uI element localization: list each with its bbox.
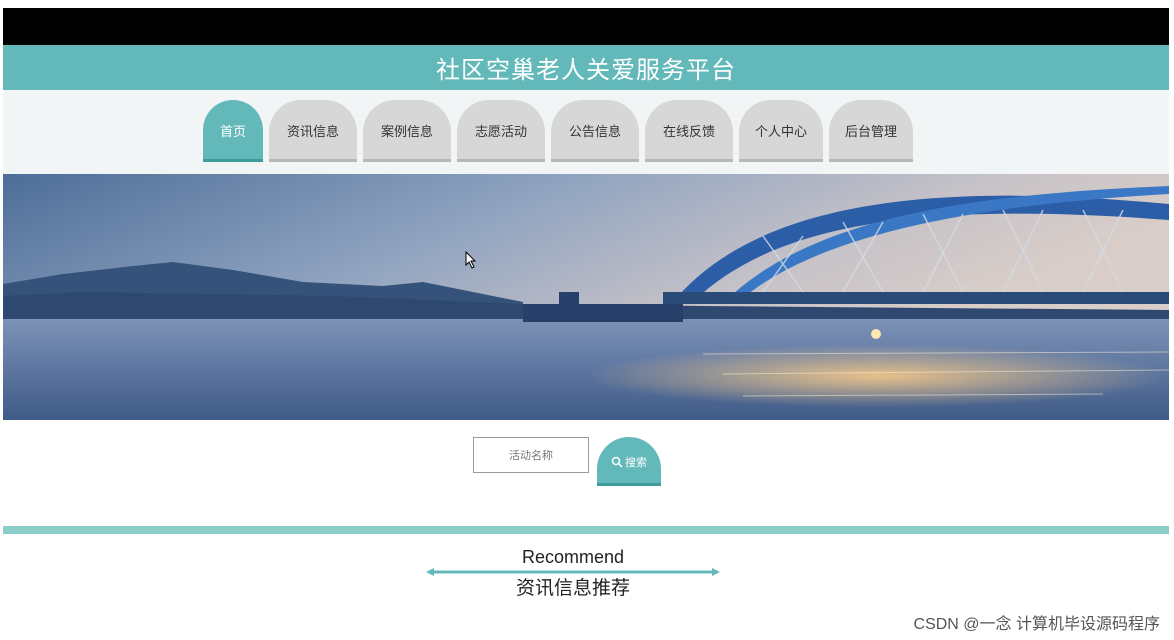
nav-item-admin[interactable]: 后台管理 [829, 100, 913, 162]
search-button[interactable]: 搜索 [597, 437, 661, 486]
nav-item-label: 案例信息 [380, 125, 433, 140]
recommend-title-cn: 资讯信息推荐 [515, 577, 630, 599]
mouse-cursor-icon [465, 251, 477, 269]
nav-item-profile[interactable]: 个人中心 [739, 100, 823, 162]
watermark: CSDN @一念 计算机毕设源码程序 [913, 616, 1160, 633]
nav-item-home[interactable]: 首页 [203, 100, 263, 162]
nav-item-label: 公告信息 [568, 125, 621, 140]
banner-illustration [3, 174, 1169, 420]
site-title: 社区空巢老人关爱服务平台 [436, 56, 736, 84]
nav-item-label: 首页 [219, 125, 246, 140]
browser-top-bar [3, 8, 1169, 45]
nav-item-news[interactable]: 资讯信息 [269, 100, 357, 162]
recommend-title-en: Recommend [521, 547, 625, 567]
search-icon [611, 456, 623, 468]
banner-image [3, 174, 1169, 420]
header-bar: 社区空巢老人关爱服务平台 [3, 45, 1169, 90]
nav-item-volunteer[interactable]: 志愿活动 [457, 100, 545, 162]
section-divider [3, 526, 1169, 534]
nav-item-label: 个人中心 [754, 125, 807, 140]
nav-item-label: 在线反馈 [662, 125, 715, 140]
nav-item-label: 志愿活动 [474, 125, 527, 140]
nav-item-label: 后台管理 [844, 125, 897, 140]
search-button-label: 搜索 [625, 456, 647, 469]
nav-item-feedback[interactable]: 在线反馈 [645, 100, 733, 162]
nav-area: 首页 资讯信息 案例信息 志愿活动 公告信息 在线反馈 个人中心 后台管理 [3, 90, 1169, 174]
activity-name-input[interactable] [473, 437, 589, 473]
nav-item-label: 资讯信息 [286, 125, 339, 140]
main-nav: 首页 资讯信息 案例信息 志愿活动 公告信息 在线反馈 个人中心 后台管理 [203, 100, 919, 162]
nav-item-cases[interactable]: 案例信息 [363, 100, 451, 162]
nav-item-notices[interactable]: 公告信息 [551, 100, 639, 162]
